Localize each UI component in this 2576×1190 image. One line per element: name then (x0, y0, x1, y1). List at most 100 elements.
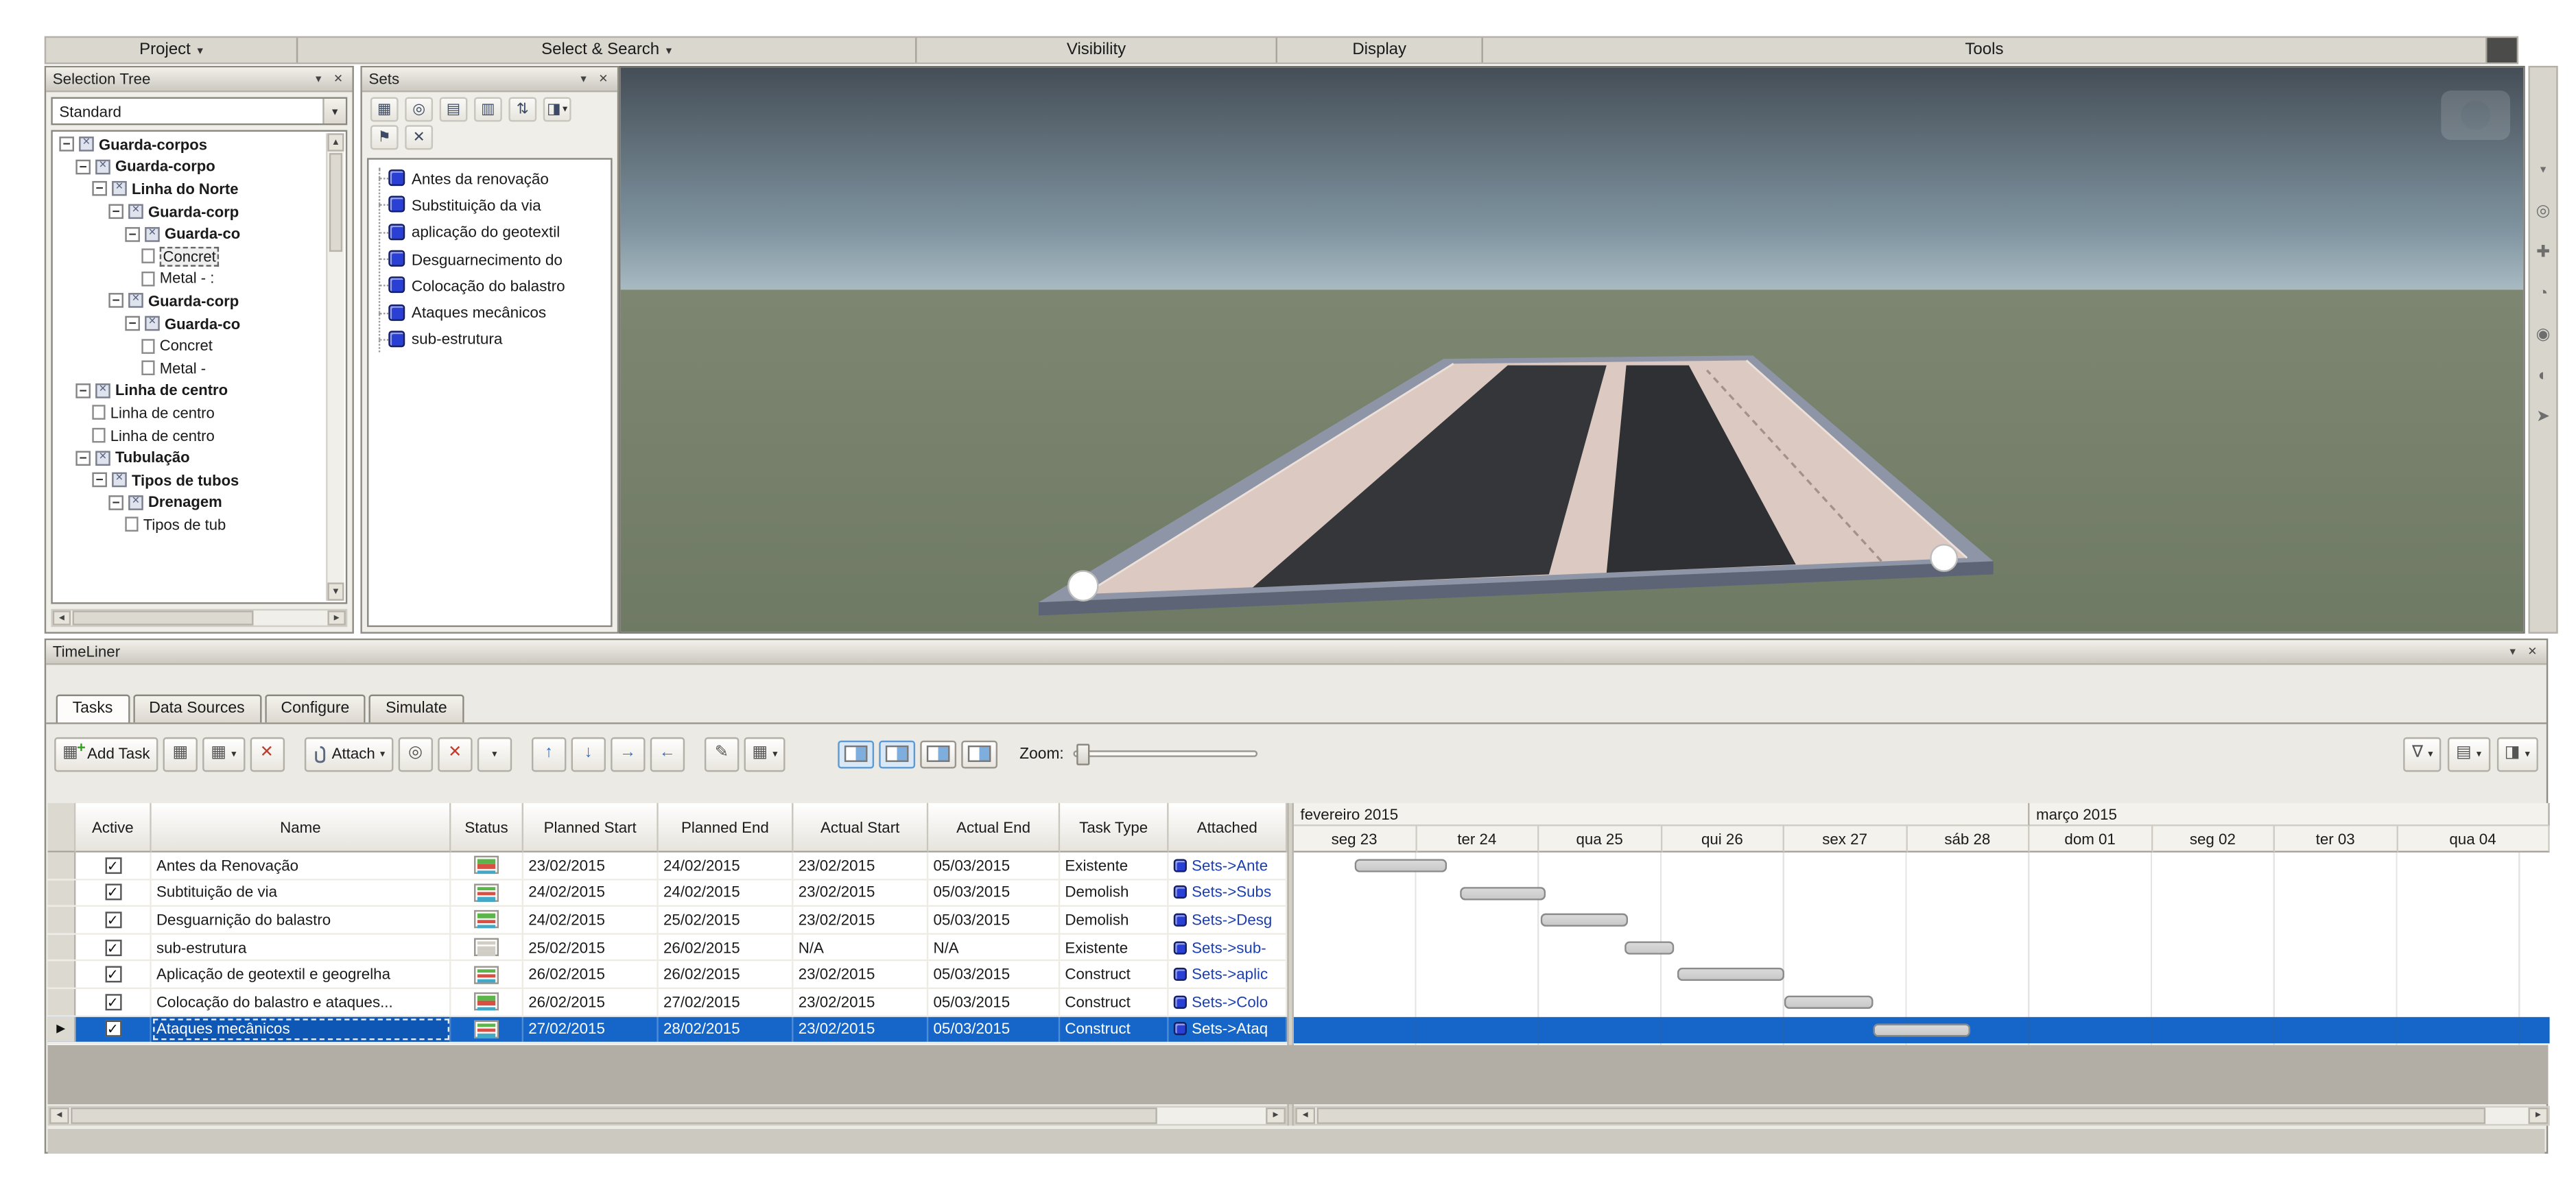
column-header-planned-start[interactable]: Planned Start (523, 802, 659, 853)
active-checkbox[interactable]: ✓ (104, 912, 121, 929)
tree-item[interactable]: Linha de centro (54, 402, 326, 425)
tree-expander-icon[interactable]: − (92, 182, 107, 197)
row-selector-cell[interactable] (47, 988, 76, 1015)
actual-end-cell[interactable]: 05/03/2015 (928, 962, 1061, 988)
tree-horizontal-scrollbar[interactable]: ◄ ► (51, 608, 348, 628)
ribbon-tab-select-search[interactable]: Select & Search ▾ (298, 38, 917, 63)
outdent-button[interactable]: ← (650, 736, 685, 772)
tree-item[interactable]: − ✕ Guarda-co (54, 312, 326, 335)
view-mode-tasks-button[interactable] (838, 739, 875, 768)
columns-button[interactable]: ▦ ▾ (744, 736, 786, 772)
row-selector-cell[interactable]: ▶ (47, 1016, 76, 1043)
move-down-button[interactable]: ↓ (571, 736, 606, 772)
column-header-task-type[interactable]: Task Type (1060, 802, 1169, 853)
active-cell[interactable]: ✓ (75, 934, 152, 960)
tree-item[interactable]: − ✕ Guarda-corpo (54, 156, 326, 178)
zoom-slider[interactable] (1074, 743, 1258, 765)
tree-item[interactable]: − ✕ Drenagem (54, 491, 326, 514)
planned-start-cell[interactable]: 26/02/2015 (523, 962, 659, 988)
actual-end-cell[interactable]: N/A (928, 934, 1061, 960)
ribbon-collapse-button[interactable] (2487, 38, 2517, 63)
move-up-button[interactable]: ↑ (531, 736, 567, 772)
tree-expander-icon[interactable]: − (108, 294, 123, 309)
view-mode-actual-button[interactable] (962, 739, 998, 768)
planned-start-cell[interactable]: 25/02/2015 (523, 934, 659, 960)
ribbon-tab-tools[interactable]: Tools (1483, 38, 2488, 63)
task-row[interactable]: ✓ Desguarnição do balastro 24/02/2015 25/02… (47, 907, 1288, 935)
selection-set-item[interactable]: Substituição da via (368, 191, 611, 218)
planned-end-cell[interactable]: 24/02/2015 (659, 852, 794, 879)
save-selection-set-button[interactable]: ▦ (370, 97, 399, 122)
column-header-actual-end[interactable]: Actual End (928, 802, 1061, 853)
task-type-cell[interactable]: Construct (1060, 962, 1169, 988)
tree-expander-icon[interactable]: − (92, 473, 107, 488)
tree-item[interactable]: − ✕ Linha de centro (54, 379, 326, 402)
selection-set-item[interactable]: sub-estrutura (368, 326, 611, 353)
update-set-button[interactable]: ⚑ (370, 125, 399, 150)
gantt-bar[interactable] (1677, 968, 1784, 981)
active-cell[interactable]: ✓ (75, 879, 152, 906)
planned-start-cell[interactable]: 27/02/2015 (523, 1016, 659, 1043)
tree-vertical-scrollbar[interactable]: ▲ ▼ (326, 133, 344, 601)
tree-expander-icon[interactable]: − (108, 204, 123, 219)
gantt-bar[interactable] (1355, 859, 1447, 872)
tree-expander-icon[interactable]: − (108, 495, 123, 510)
tree-mode-dropdown[interactable]: Standard ▾ (51, 97, 348, 126)
column-header-attached[interactable]: Attached (1168, 802, 1288, 853)
gantt-row[interactable] (1294, 934, 2550, 962)
scroll-thumb[interactable] (71, 1107, 1157, 1124)
find-items-button[interactable]: ◎ (405, 97, 434, 122)
actual-end-cell[interactable]: 05/03/2015 (928, 852, 1061, 879)
task-row[interactable]: ✓ sub-estrutura 25/02/2015 26/02/2015 N/A N/A… (47, 934, 1288, 962)
tree-item[interactable]: − ✕ Linha do Norte (54, 178, 326, 201)
insert-task-button[interactable]: ▦ (163, 736, 198, 772)
zoom-icon[interactable]: ◔ (2538, 285, 2549, 302)
gantt-chart[interactable] (1293, 852, 2550, 1045)
planned-start-cell[interactable]: 26/02/2015 (523, 988, 659, 1015)
attach-button[interactable]: Attach ▾ (303, 736, 394, 772)
sets-options-button[interactable]: ◨ ▾ (543, 97, 571, 122)
actual-end-cell[interactable]: 05/03/2015 (928, 907, 1061, 933)
planned-start-cell[interactable]: 23/02/2015 (523, 852, 659, 879)
gantt-bar[interactable] (1541, 914, 1629, 927)
attach-search-button[interactable]: ◎ (398, 736, 433, 772)
task-type-cell[interactable]: Existente (1060, 852, 1169, 879)
panel-close-icon[interactable]: ✕ (2525, 645, 2540, 658)
scroll-thumb[interactable] (1316, 1107, 2486, 1124)
column-header-planned-end[interactable]: Planned End (658, 802, 794, 853)
planned-end-cell[interactable]: 28/02/2015 (659, 1016, 794, 1043)
attached-cell[interactable]: Sets->sub- (1169, 934, 1288, 960)
selection-set-item[interactable]: aplicação do geotextil (368, 218, 611, 245)
name-cell[interactable]: Desguarnição do balastro (152, 907, 451, 933)
planned-end-cell[interactable]: 24/02/2015 (659, 879, 794, 906)
navbar-dropdown-icon[interactable]: ▾ (2540, 163, 2546, 180)
task-type-cell[interactable]: Demolish (1060, 907, 1169, 933)
actual-start-cell[interactable]: 23/02/2015 (794, 852, 929, 879)
task-row[interactable]: ✓ Colocação do balastro e ataques... 26/02… (47, 988, 1288, 1016)
tab-tasks[interactable]: Tasks (56, 694, 130, 724)
scroll-left-icon[interactable]: ◄ (49, 1107, 69, 1124)
tree-item[interactable]: Metal - : (54, 267, 326, 290)
actual-end-cell[interactable]: 05/03/2015 (928, 1016, 1061, 1043)
export-sets-button[interactable]: ▤ (439, 97, 468, 122)
task-type-cell[interactable]: Demolish (1060, 879, 1169, 906)
row-selector-cell[interactable] (47, 962, 76, 988)
tree-item[interactable]: − ✕ Tipos de tubos (54, 469, 326, 492)
add-task-button[interactable]: ▦ + Add Task (54, 736, 158, 772)
table-horizontal-scrollbar[interactable]: ◄ ► (47, 1106, 1288, 1126)
actual-start-cell[interactable]: N/A (794, 934, 929, 960)
task-row[interactable]: ✓ Subtituição de via 24/02/2015 24/02/2015 2… (47, 879, 1288, 907)
edit-task-button[interactable]: ✎ (704, 736, 740, 772)
attached-cell[interactable]: Sets->aplic (1169, 962, 1288, 988)
attached-cell[interactable]: Sets->Desg (1169, 907, 1288, 933)
panel-pin-icon[interactable]: ▾ (576, 73, 591, 86)
attached-cell[interactable]: Sets->Ataq (1169, 1016, 1288, 1043)
row-selector-cell[interactable] (47, 879, 76, 906)
scroll-down-icon[interactable]: ▼ (327, 582, 344, 601)
steering-wheel-icon[interactable]: ◎ (2536, 203, 2551, 221)
column-header-active[interactable]: Active (75, 802, 152, 853)
actual-start-cell[interactable]: 23/02/2015 (794, 962, 929, 988)
indent-button[interactable]: → (610, 736, 646, 772)
planned-start-cell[interactable]: 24/02/2015 (523, 879, 659, 906)
view-mode-gantt-button[interactable] (879, 739, 917, 768)
